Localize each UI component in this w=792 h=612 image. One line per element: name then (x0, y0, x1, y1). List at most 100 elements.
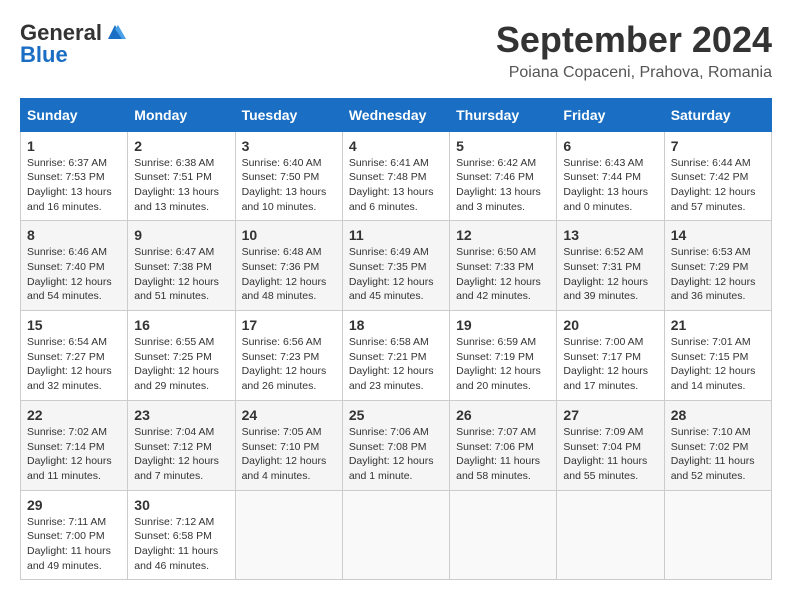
day-number: 30 (134, 497, 228, 513)
day-info: Sunrise: 6:40 AMSunset: 7:50 PMDaylight:… (242, 156, 336, 215)
day-number: 7 (671, 138, 765, 154)
title-area: September 2024 Poiana Copaceni, Prahova,… (496, 20, 772, 82)
day-header-sunday: Sunday (21, 98, 128, 131)
calendar-cell (557, 490, 664, 580)
calendar-week-row: 29 Sunrise: 7:11 AMSunset: 7:00 PMDayligh… (21, 490, 772, 580)
day-number: 15 (27, 317, 121, 333)
calendar-cell: 26 Sunrise: 7:07 AMSunset: 7:06 PMDayligh… (450, 400, 557, 490)
day-info: Sunrise: 7:09 AMSunset: 7:04 PMDaylight:… (563, 425, 657, 484)
calendar-header-row: SundayMondayTuesdayWednesdayThursdayFrid… (21, 98, 772, 131)
day-number: 21 (671, 317, 765, 333)
day-info: Sunrise: 6:54 AMSunset: 7:27 PMDaylight:… (27, 335, 121, 394)
day-info: Sunrise: 7:04 AMSunset: 7:12 PMDaylight:… (134, 425, 228, 484)
calendar-cell: 9Sunrise: 6:47 AMSunset: 7:38 PMDaylight… (128, 221, 235, 311)
calendar-cell: 28 Sunrise: 7:10 AMSunset: 7:02 PMDayligh… (664, 400, 771, 490)
day-header-saturday: Saturday (664, 98, 771, 131)
calendar-week-row: 1Sunrise: 6:37 AMSunset: 7:53 PMDaylight… (21, 131, 772, 221)
day-number: 19 (456, 317, 550, 333)
calendar-cell: 22 Sunrise: 7:02 AMSunset: 7:14 PMDayligh… (21, 400, 128, 490)
day-number: 12 (456, 227, 550, 243)
day-number: 13 (563, 227, 657, 243)
calendar-cell: 17 Sunrise: 6:56 AMSunset: 7:23 PMDayligh… (235, 311, 342, 401)
calendar-cell: 8 Sunrise: 6:46 AMSunset: 7:40 PMDaylight… (21, 221, 128, 311)
calendar-table: SundayMondayTuesdayWednesdayThursdayFrid… (20, 98, 772, 581)
day-number: 8 (27, 227, 121, 243)
day-info: Sunrise: 7:10 AMSunset: 7:02 PMDaylight:… (671, 425, 765, 484)
day-info: Sunrise: 7:06 AMSunset: 7:08 PMDaylight:… (349, 425, 443, 484)
calendar-cell: 10Sunrise: 6:48 AMSunset: 7:36 PMDayligh… (235, 221, 342, 311)
day-number: 20 (563, 317, 657, 333)
day-number: 24 (242, 407, 336, 423)
day-info: Sunrise: 7:02 AMSunset: 7:14 PMDaylight:… (27, 425, 121, 484)
day-info: Sunrise: 7:01 AMSunset: 7:15 PMDaylight:… (671, 335, 765, 394)
calendar-cell: 3Sunrise: 6:40 AMSunset: 7:50 PMDaylight… (235, 131, 342, 221)
calendar-week-row: 15 Sunrise: 6:54 AMSunset: 7:27 PMDayligh… (21, 311, 772, 401)
day-info: Sunrise: 6:55 AMSunset: 7:25 PMDaylight:… (134, 335, 228, 394)
calendar-cell (235, 490, 342, 580)
calendar-cell: 12 Sunrise: 6:50 AMSunset: 7:33 PMDayligh… (450, 221, 557, 311)
location-title: Poiana Copaceni, Prahova, Romania (496, 64, 772, 82)
day-number: 18 (349, 317, 443, 333)
day-number: 4 (349, 138, 443, 154)
day-number: 16 (134, 317, 228, 333)
day-number: 23 (134, 407, 228, 423)
day-info: Sunrise: 6:59 AMSunset: 7:19 PMDaylight:… (456, 335, 550, 394)
day-number: 22 (27, 407, 121, 423)
calendar-cell: 2 Sunrise: 6:38 AMSunset: 7:51 PMDaylight… (128, 131, 235, 221)
day-number: 17 (242, 317, 336, 333)
day-info: Sunrise: 7:12 AMSunset: 6:58 PMDaylight:… (134, 515, 228, 574)
calendar-cell: 15 Sunrise: 6:54 AMSunset: 7:27 PMDayligh… (21, 311, 128, 401)
calendar-week-row: 22 Sunrise: 7:02 AMSunset: 7:14 PMDayligh… (21, 400, 772, 490)
logo: General Blue (20, 20, 126, 68)
day-info: Sunrise: 6:46 AMSunset: 7:40 PMDaylight:… (27, 245, 121, 304)
day-number: 29 (27, 497, 121, 513)
day-number: 28 (671, 407, 765, 423)
day-info: Sunrise: 6:56 AMSunset: 7:23 PMDaylight:… (242, 335, 336, 394)
day-number: 5 (456, 138, 550, 154)
logo-blue: Blue (20, 42, 68, 68)
day-number: 11 (349, 227, 443, 243)
calendar-cell (450, 490, 557, 580)
day-info: Sunrise: 7:05 AMSunset: 7:10 PMDaylight:… (242, 425, 336, 484)
calendar-cell: 6 Sunrise: 6:43 AMSunset: 7:44 PMDaylight… (557, 131, 664, 221)
day-info: Sunrise: 6:41 AMSunset: 7:48 PMDaylight:… (349, 156, 443, 215)
day-number: 1 (27, 138, 121, 154)
day-number: 2 (134, 138, 228, 154)
logo-icon (104, 21, 126, 43)
day-info: Sunrise: 6:53 AMSunset: 7:29 PMDaylight:… (671, 245, 765, 304)
day-header-thursday: Thursday (450, 98, 557, 131)
calendar-cell: 16 Sunrise: 6:55 AMSunset: 7:25 PMDayligh… (128, 311, 235, 401)
day-header-tuesday: Tuesday (235, 98, 342, 131)
day-info: Sunrise: 7:00 AMSunset: 7:17 PMDaylight:… (563, 335, 657, 394)
calendar-cell: 25 Sunrise: 7:06 AMSunset: 7:08 PMDayligh… (342, 400, 449, 490)
day-info: Sunrise: 7:07 AMSunset: 7:06 PMDaylight:… (456, 425, 550, 484)
day-info: Sunrise: 6:38 AMSunset: 7:51 PMDaylight:… (134, 156, 228, 215)
day-header-wednesday: Wednesday (342, 98, 449, 131)
calendar-cell: 27 Sunrise: 7:09 AMSunset: 7:04 PMDayligh… (557, 400, 664, 490)
calendar-week-row: 8 Sunrise: 6:46 AMSunset: 7:40 PMDaylight… (21, 221, 772, 311)
calendar-cell: 1Sunrise: 6:37 AMSunset: 7:53 PMDaylight… (21, 131, 128, 221)
calendar-cell: 19 Sunrise: 6:59 AMSunset: 7:19 PMDayligh… (450, 311, 557, 401)
calendar-cell: 14 Sunrise: 6:53 AMSunset: 7:29 PMDayligh… (664, 221, 771, 311)
day-info: Sunrise: 6:58 AMSunset: 7:21 PMDaylight:… (349, 335, 443, 394)
day-info: Sunrise: 6:43 AMSunset: 7:44 PMDaylight:… (563, 156, 657, 215)
month-title: September 2024 (496, 20, 772, 60)
calendar-cell: 11Sunrise: 6:49 AMSunset: 7:35 PMDayligh… (342, 221, 449, 311)
calendar-cell: 24 Sunrise: 7:05 AMSunset: 7:10 PMDayligh… (235, 400, 342, 490)
day-number: 27 (563, 407, 657, 423)
calendar-cell: 4 Sunrise: 6:41 AMSunset: 7:48 PMDaylight… (342, 131, 449, 221)
day-info: Sunrise: 6:50 AMSunset: 7:33 PMDaylight:… (456, 245, 550, 304)
calendar-cell (664, 490, 771, 580)
day-number: 25 (349, 407, 443, 423)
day-info: Sunrise: 6:52 AMSunset: 7:31 PMDaylight:… (563, 245, 657, 304)
calendar-cell: 7 Sunrise: 6:44 AMSunset: 7:42 PMDaylight… (664, 131, 771, 221)
day-number: 14 (671, 227, 765, 243)
calendar-cell: 18 Sunrise: 6:58 AMSunset: 7:21 PMDayligh… (342, 311, 449, 401)
day-info: Sunrise: 7:11 AMSunset: 7:00 PMDaylight:… (27, 515, 121, 574)
calendar-cell: 5Sunrise: 6:42 AMSunset: 7:46 PMDaylight… (450, 131, 557, 221)
day-number: 6 (563, 138, 657, 154)
day-info: Sunrise: 6:44 AMSunset: 7:42 PMDaylight:… (671, 156, 765, 215)
calendar-cell: 20 Sunrise: 7:00 AMSunset: 7:17 PMDayligh… (557, 311, 664, 401)
calendar-cell: 21 Sunrise: 7:01 AMSunset: 7:15 PMDayligh… (664, 311, 771, 401)
day-number: 26 (456, 407, 550, 423)
